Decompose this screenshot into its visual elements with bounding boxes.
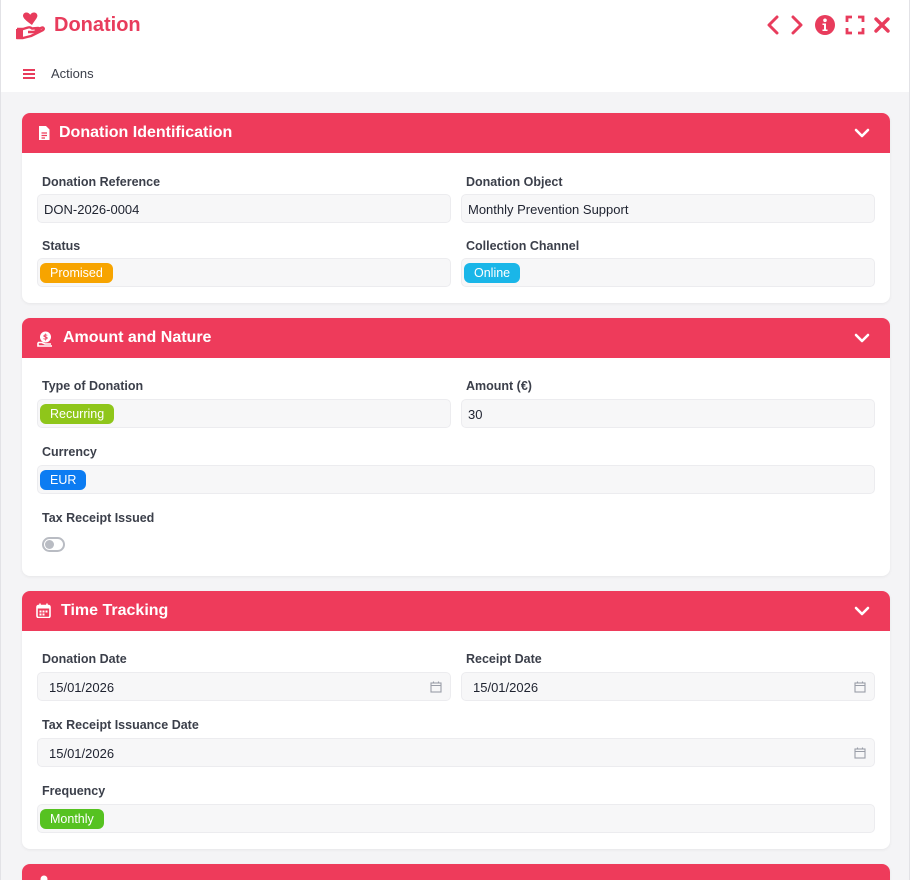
collection-channel-field[interactable]: Online — [461, 258, 875, 287]
frequency-label: Frequency — [42, 784, 106, 798]
section-header[interactable] — [22, 864, 890, 880]
section-title: Amount and Nature — [63, 329, 212, 346]
toggle-knob — [45, 540, 54, 549]
donation-type-badge: Recurring — [40, 404, 115, 424]
close-button[interactable] — [870, 13, 894, 37]
donation-window: Donation Actions Donation Identification — [0, 0, 910, 880]
calendar-icon — [36, 603, 51, 618]
close-icon — [874, 17, 890, 33]
calendar-picker-icon[interactable] — [430, 681, 442, 693]
receipt-date-label: Receipt Date — [466, 652, 542, 666]
svg-text:$: $ — [43, 333, 48, 342]
chevron-down-icon — [854, 333, 870, 343]
section-donation-identification: Donation Identification Donation Referen… — [22, 113, 890, 303]
fullscreen-icon — [845, 15, 865, 35]
window-title: Donation — [54, 14, 141, 36]
frequency-field[interactable]: Monthly — [37, 804, 875, 833]
donation-type-label: Type of Donation — [42, 379, 144, 393]
calendar-picker-icon[interactable] — [854, 681, 866, 693]
status-badge: Promised — [40, 263, 113, 283]
tax-receipt-date-field[interactable]: 15/01/2026 — [37, 738, 875, 767]
chevron-down-icon — [854, 128, 870, 138]
actions-menu[interactable]: Actions — [51, 66, 94, 81]
section-header[interactable]: Time Tracking — [22, 591, 890, 631]
tax-receipt-toggle[interactable] — [42, 537, 65, 552]
document-icon — [39, 126, 50, 140]
chevron-right-icon — [791, 15, 803, 35]
donation-reference-label: Donation Reference — [42, 175, 161, 189]
donation-object-value: Monthly Prevention Support — [468, 202, 629, 217]
section-amount-and-nature: $ Amount and Nature Type of Donation Rec… — [22, 318, 890, 576]
status-label: Status — [42, 239, 81, 253]
status-field[interactable]: Promised — [37, 258, 451, 287]
section-title: Time Tracking — [61, 602, 169, 619]
section-title: Donation Identification — [59, 124, 233, 141]
currency-field[interactable]: EUR — [37, 465, 875, 494]
amount-field[interactable]: 30 — [461, 399, 875, 428]
info-icon — [815, 15, 835, 35]
donation-reference-value: DON-2026-0004 — [44, 202, 140, 217]
next-button[interactable] — [785, 13, 809, 37]
donation-date-field[interactable]: 15/01/2026 — [37, 672, 451, 701]
heart-hand-icon — [16, 12, 45, 40]
hamburger-icon[interactable] — [22, 67, 36, 81]
amount-label: Amount (€) — [466, 379, 532, 393]
chevron-left-icon — [767, 15, 779, 35]
calendar-picker-icon[interactable] — [854, 747, 866, 759]
frequency-badge: Monthly — [40, 809, 104, 829]
donation-object-field[interactable]: Monthly Prevention Support — [461, 194, 875, 223]
section-time-tracking: Time Tracking Donation Date 15/01/2026 R… — [22, 591, 890, 849]
receipt-date-value: 15/01/2026 — [473, 680, 539, 695]
donation-type-field[interactable]: Recurring — [37, 399, 451, 428]
currency-badge: EUR — [40, 470, 87, 490]
donation-date-value: 15/01/2026 — [49, 680, 115, 695]
tax-receipt-date-value: 15/01/2026 — [49, 746, 115, 761]
tax-receipt-date-label: Tax Receipt Issuance Date — [42, 718, 199, 732]
tax-receipt-label: Tax Receipt Issued — [42, 511, 155, 525]
title-bar: Donation Actions — [1, 0, 909, 92]
previous-button[interactable] — [761, 13, 785, 37]
collection-channel-label: Collection Channel — [466, 239, 580, 253]
donation-reference-field[interactable]: DON-2026-0004 — [37, 194, 451, 223]
collection-channel-badge: Online — [464, 263, 521, 283]
receipt-date-field[interactable]: 15/01/2026 — [461, 672, 875, 701]
user-icon — [40, 875, 48, 880]
donation-object-label: Donation Object — [466, 175, 563, 189]
donation-date-label: Donation Date — [42, 652, 127, 666]
money-bag-icon: $ — [37, 331, 52, 347]
section-header[interactable]: Donation Identification — [22, 113, 890, 153]
section-next-collapsed — [22, 864, 890, 880]
amount-value: 30 — [468, 407, 483, 422]
chevron-down-icon — [854, 606, 870, 616]
info-button[interactable] — [813, 13, 837, 37]
section-header[interactable]: $ Amount and Nature — [22, 318, 890, 358]
fullscreen-button[interactable] — [843, 13, 867, 37]
currency-label: Currency — [42, 445, 97, 459]
